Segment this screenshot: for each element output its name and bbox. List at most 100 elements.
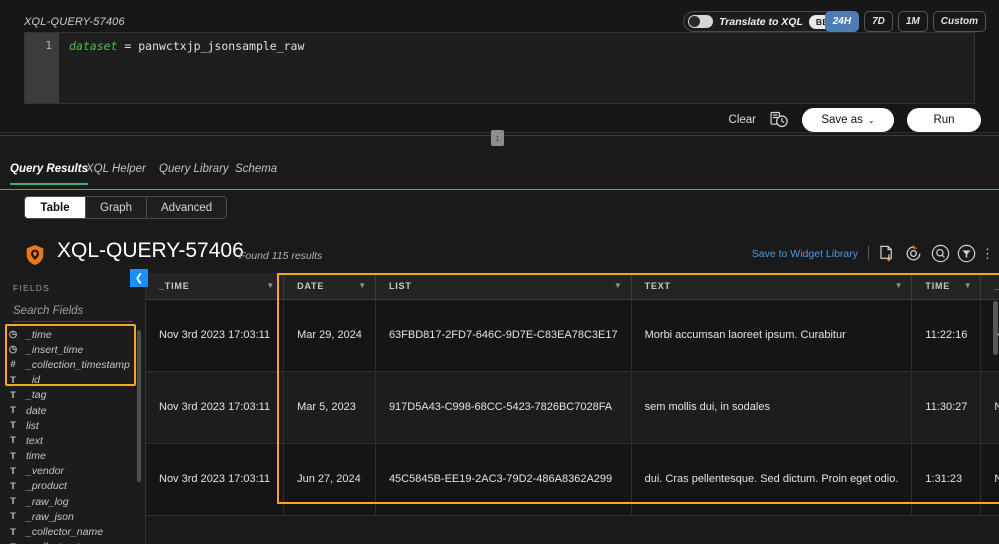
- text-type-icon: T: [0, 481, 26, 492]
- subtab-advanced[interactable]: Advanced: [147, 197, 226, 218]
- fields-list[interactable]: ◷_time◷_insert_time#_collection_timestam…: [0, 327, 146, 544]
- time-range-24h[interactable]: 24H: [825, 11, 859, 32]
- column-header-text[interactable]: TEXT ▼: [631, 273, 912, 299]
- query-actions: Clear Save as ⌄ Run: [729, 108, 981, 132]
- field-item-time[interactable]: ◷_time: [0, 327, 146, 342]
- splitter-drag-handle[interactable]: ↕: [491, 130, 504, 146]
- collapse-sidebar-button[interactable]: ❮: [130, 269, 148, 287]
- field-item-label: _raw_log: [26, 496, 69, 508]
- field-item-text[interactable]: Ttext: [0, 433, 146, 448]
- tab-schema[interactable]: Schema: [235, 163, 277, 183]
- query-name-label: XQL-QUERY-57406: [24, 16, 125, 28]
- column-header-time[interactable]: TIME▼: [912, 273, 981, 299]
- table-vertical-scrollbar[interactable]: [993, 301, 998, 355]
- field-item-vendor[interactable]: T_vendor: [0, 464, 146, 479]
- subtab-graph[interactable]: Graph: [86, 197, 147, 218]
- cell-time: Nov 3rd 2023 17:03:11: [146, 443, 284, 515]
- time-range-custom[interactable]: Custom: [933, 11, 986, 32]
- more-vertical-icon[interactable]: ⋮: [981, 244, 993, 263]
- field-item-label: _collection_timestamp: [26, 359, 130, 371]
- field-item-label: _id: [26, 374, 40, 386]
- field-item-tag[interactable]: T_tag: [0, 388, 146, 403]
- time-range-1m[interactable]: 1M: [898, 11, 928, 32]
- cell-insert_time: Nov 3rd 2023 17:: [981, 443, 999, 515]
- table-row[interactable]: Nov 3rd 2023 17:03:11Jun 27, 202445C5845…: [146, 443, 999, 515]
- column-filter-icon[interactable]: ▼: [614, 281, 623, 290]
- cell-list: 917D5A43-C998-68CC-5423-7826BC7028FA: [375, 371, 631, 443]
- search-circle-icon[interactable]: [931, 244, 950, 263]
- field-item-collector_name[interactable]: T_collector_name: [0, 524, 146, 539]
- field-item-date[interactable]: Tdate: [0, 403, 146, 418]
- field-item-raw_log[interactable]: T_raw_log: [0, 494, 146, 509]
- export-download-icon[interactable]: [877, 244, 896, 263]
- field-item-label: _insert_time: [26, 344, 83, 356]
- cell-time: 1:31:23: [912, 443, 981, 515]
- column-header-label: TEXT: [645, 281, 671, 291]
- field-item-collection_timestamp[interactable]: #_collection_timestamp: [0, 357, 146, 372]
- tab-xql-helper[interactable]: XQL Helper: [86, 163, 146, 183]
- text-type-icon: T: [0, 435, 26, 446]
- toggle-track[interactable]: [688, 15, 713, 28]
- editor-code[interactable]: dataset = panwctxjp_jsonsample_raw: [59, 33, 974, 103]
- field-item-label: _raw_json: [26, 511, 74, 523]
- column-header-time[interactable]: _TIME▼: [146, 273, 284, 299]
- cell-time: 11:22:16: [912, 299, 981, 371]
- field-item-label: date: [26, 405, 46, 417]
- tab-query-library[interactable]: Query Library: [159, 163, 229, 183]
- text-type-icon: T: [0, 375, 26, 386]
- table-row[interactable]: Nov 3rd 2023 17:03:11Mar 29, 202463FBD81…: [146, 299, 999, 371]
- field-item-product[interactable]: T_product: [0, 479, 146, 494]
- column-header-list[interactable]: LIST▼: [375, 273, 631, 299]
- cell-text: sem mollis dui, in sodales: [631, 371, 912, 443]
- clear-button[interactable]: Clear: [729, 114, 756, 126]
- cell-time: Nov 3rd 2023 17:03:11: [146, 299, 284, 371]
- view-mode-subtabs: Table Graph Advanced: [24, 196, 227, 219]
- panel-splitter[interactable]: ↕: [0, 133, 999, 145]
- field-item-collector_type[interactable]: T_collector_type: [0, 540, 146, 544]
- translate-to-xql-label: Translate to XQL: [719, 16, 803, 28]
- fields-sidebar: FIELDS ◷_time◷_insert_time#_collection_t…: [0, 273, 146, 544]
- run-button[interactable]: Run: [907, 108, 981, 132]
- clock-icon: ◷: [0, 344, 26, 355]
- search-fields-input[interactable]: [13, 300, 133, 322]
- text-type-icon: T: [0, 405, 26, 416]
- text-type-icon: T: [0, 420, 26, 431]
- field-item-insert_time[interactable]: ◷_insert_time: [0, 342, 146, 357]
- table-row[interactable]: Nov 3rd 2023 17:03:11Mar 5, 2023917D5A43…: [146, 371, 999, 443]
- refresh-icon[interactable]: [904, 244, 923, 263]
- field-item-id[interactable]: T_id: [0, 373, 146, 388]
- column-filter-icon[interactable]: ▼: [358, 281, 367, 290]
- time-range-selector[interactable]: 24H 7D 1M Custom: [825, 11, 986, 32]
- cell-date: Mar 29, 2024: [284, 299, 376, 371]
- time-range-7d[interactable]: 7D: [864, 11, 893, 32]
- save-to-widget-library-link[interactable]: Save to Widget Library: [752, 248, 858, 260]
- column-header-date[interactable]: DATE ▼: [284, 273, 376, 299]
- field-item-time[interactable]: Ttime: [0, 449, 146, 464]
- column-filter-icon[interactable]: ▼: [964, 281, 973, 290]
- cell-list: 63FBD817-2FD7-646C-9D7E-C83EA78C3E17: [375, 299, 631, 371]
- page-title: XQL-QUERY-57406: [57, 239, 244, 263]
- results-table-container[interactable]: _TIME▼DATE▼LIST▼TEXT▼TIME▼_INSERT_TIME N…: [146, 273, 999, 544]
- number-icon: #: [0, 359, 26, 370]
- field-item-label: _product: [26, 480, 67, 492]
- text-type-icon: T: [0, 466, 26, 477]
- field-item-list[interactable]: Tlist: [0, 418, 146, 433]
- fields-scrollbar[interactable]: [137, 330, 141, 482]
- column-header-insert_time[interactable]: _INSERT_TIME: [981, 273, 999, 299]
- results-table: _TIME▼DATE▼LIST▼TEXT▼TIME▼_INSERT_TIME N…: [146, 273, 999, 516]
- xql-query-editor[interactable]: 1 dataset = panwctxjp_jsonsample_raw: [24, 32, 975, 104]
- save-as-button[interactable]: Save as ⌄: [802, 108, 894, 132]
- subtab-table[interactable]: Table: [25, 197, 86, 218]
- column-filter-icon[interactable]: ▼: [895, 281, 904, 290]
- column-header-label: DATE: [297, 281, 324, 291]
- cell-time: 11:30:27: [912, 371, 981, 443]
- filter-circle-icon[interactable]: [957, 244, 976, 263]
- field-item-label: list: [26, 420, 39, 432]
- history-clock-icon[interactable]: [769, 110, 789, 130]
- tab-query-results[interactable]: Query Results: [10, 163, 88, 185]
- toggle-knob: [689, 16, 700, 27]
- field-item-raw_json[interactable]: T_raw_json: [0, 509, 146, 524]
- query-panel: XQL-QUERY-57406 Translate to XQL BETA 24…: [0, 0, 999, 133]
- table-header-row: _TIME▼DATE▼LIST▼TEXT▼TIME▼_INSERT_TIME: [146, 273, 999, 299]
- column-filter-icon[interactable]: ▼: [266, 281, 275, 290]
